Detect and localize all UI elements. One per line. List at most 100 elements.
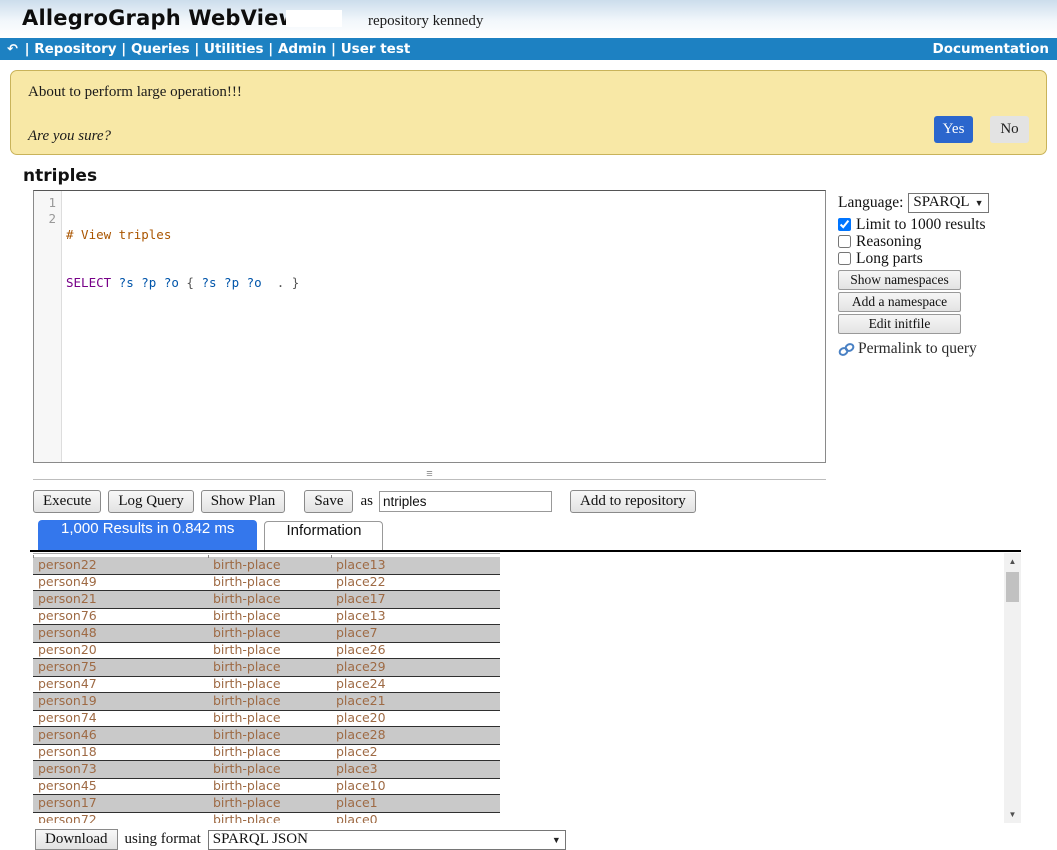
table-row: person18birth-placeplace2 [33,744,500,761]
table-cell[interactable]: place21 [331,693,500,710]
table-cell[interactable]: birth-place [208,693,331,710]
table-cell[interactable]: place20 [331,710,500,727]
scrollbar-thumb[interactable] [1006,572,1019,602]
add-a-namespace-button[interactable]: Add a namespace [838,292,961,312]
tab-results[interactable]: 1,000 Results in 0.842 ms [38,520,257,551]
checkbox[interactable] [838,235,851,248]
results-scrollbar[interactable]: ▲ ▼ [1004,553,1021,823]
table-cell[interactable]: place1 [331,795,500,812]
option-limit-to-1000-results[interactable]: Limit to 1000 results [838,216,1053,233]
table-row: person21birth-placeplace17 [33,591,500,608]
nav-item-admin[interactable]: Admin [278,41,326,57]
code-comment: # View triples [66,227,171,242]
option-reasoning[interactable]: Reasoning [838,233,1053,250]
editor-resize-handle[interactable]: ≡ [33,464,826,480]
table-cell[interactable]: person18 [33,744,208,761]
table-cell[interactable]: birth-place [208,608,331,625]
log-query-button[interactable]: Log Query [108,490,193,513]
scroll-down-icon[interactable]: ▼ [1004,806,1021,823]
table-cell[interactable]: birth-place [208,795,331,812]
query-editor[interactable]: 1 2 # View triples SELECT ?s ?p ?o { ?s … [33,190,826,463]
table-cell[interactable]: person72 [33,812,208,823]
table-cell[interactable]: birth-place [208,778,331,795]
table-cell[interactable]: place29 [331,659,500,676]
table-cell[interactable]: person20 [33,642,208,659]
table-cell[interactable]: birth-place [208,591,331,608]
table-cell[interactable]: person48 [33,625,208,642]
show-namespaces-button[interactable]: Show namespaces [838,270,961,290]
execute-button[interactable]: Execute [33,490,101,513]
table-cell[interactable]: birth-place [208,812,331,823]
save-name-input[interactable] [379,491,552,512]
checkbox-label: Long parts [856,250,923,268]
editor-code[interactable]: # View triples SELECT ?s ?p ?o { ?s ?p ?… [62,191,825,462]
table-cell[interactable]: person22 [33,557,208,574]
table-cell[interactable]: birth-place [208,557,331,574]
results-panel: person22birth-placeplace13person49birth-… [33,553,1021,823]
scroll-up-icon[interactable]: ▲ [1004,553,1021,570]
checkbox-label: Limit to 1000 results [856,216,986,234]
table-cell[interactable]: place10 [331,778,500,795]
language-select[interactable]: SPARQL ▼ [908,193,988,213]
code-close-brace: } [292,275,300,290]
table-cell[interactable]: birth-place [208,574,331,591]
permalink-link[interactable]: Permalink to query [838,340,1053,358]
table-cell[interactable]: place24 [331,676,500,693]
checkbox[interactable] [838,218,851,231]
table-cell[interactable]: birth-place [208,761,331,778]
table-cell[interactable]: person75 [33,659,208,676]
checkbox[interactable] [838,252,851,265]
table-cell[interactable]: person19 [33,693,208,710]
format-select[interactable]: SPARQL JSON ▼ [208,830,566,850]
table-cell[interactable]: person74 [33,710,208,727]
nav-item-utilities[interactable]: Utilities [204,41,264,57]
nav-item-documentation[interactable]: Documentation [933,38,1049,60]
table-cell[interactable]: person47 [33,676,208,693]
nav-item-user-test[interactable]: User test [341,41,411,57]
table-cell[interactable]: birth-place [208,744,331,761]
table-cell[interactable]: person21 [33,591,208,608]
table-cell[interactable]: person73 [33,761,208,778]
table-cell[interactable]: birth-place [208,710,331,727]
edit-initfile-button[interactable]: Edit initfile [838,314,961,334]
table-cell[interactable]: person17 [33,795,208,812]
table-cell[interactable]: place28 [331,727,500,744]
table-cell[interactable]: birth-place [208,625,331,642]
table-cell[interactable]: person45 [33,778,208,795]
table-cell[interactable]: birth-place [208,727,331,744]
table-cell[interactable]: place17 [331,591,500,608]
language-row: Language: SPARQL ▼ [838,193,1053,213]
show-plan-button[interactable]: Show Plan [201,490,286,513]
table-cell[interactable]: place22 [331,574,500,591]
table-cell[interactable]: place3 [331,761,500,778]
code-variables: ?s ?p ?o [111,275,186,290]
no-button[interactable]: No [990,116,1029,143]
nav-item-repository[interactable]: Repository [34,41,116,57]
table-cell[interactable]: place7 [331,625,500,642]
table-cell[interactable]: birth-place [208,676,331,693]
table-cell[interactable]: birth-place [208,659,331,676]
add-to-repository-button[interactable]: Add to repository [570,490,696,513]
table-cell[interactable]: place2 [331,744,500,761]
table-row: person45birth-placeplace10 [33,778,500,795]
back-arrow-icon[interactable]: ↶ [7,39,18,61]
table-cell[interactable]: person49 [33,574,208,591]
nav-separator: | [326,41,340,57]
table-cell[interactable]: birth-place [208,642,331,659]
yes-button[interactable]: Yes [934,116,973,143]
nav-item-queries[interactable]: Queries [131,41,190,57]
permalink-label: Permalink to query [858,340,977,358]
tab-information[interactable]: Information [264,521,383,551]
download-button[interactable]: Download [35,829,118,850]
language-select-value: SPARQL [913,194,969,210]
results-tabs: 1,000 Results in 0.842 ms Information [38,520,383,551]
query-toolbar: Execute Log Query Show Plan Save as Add … [33,489,703,513]
table-cell[interactable]: person46 [33,727,208,744]
table-cell[interactable]: place26 [331,642,500,659]
table-cell[interactable]: place13 [331,557,500,574]
option-long-parts[interactable]: Long parts [838,250,1053,267]
table-cell[interactable]: person76 [33,608,208,625]
table-cell[interactable]: place0 [331,812,500,823]
save-button[interactable]: Save [304,490,353,513]
table-cell[interactable]: place13 [331,608,500,625]
